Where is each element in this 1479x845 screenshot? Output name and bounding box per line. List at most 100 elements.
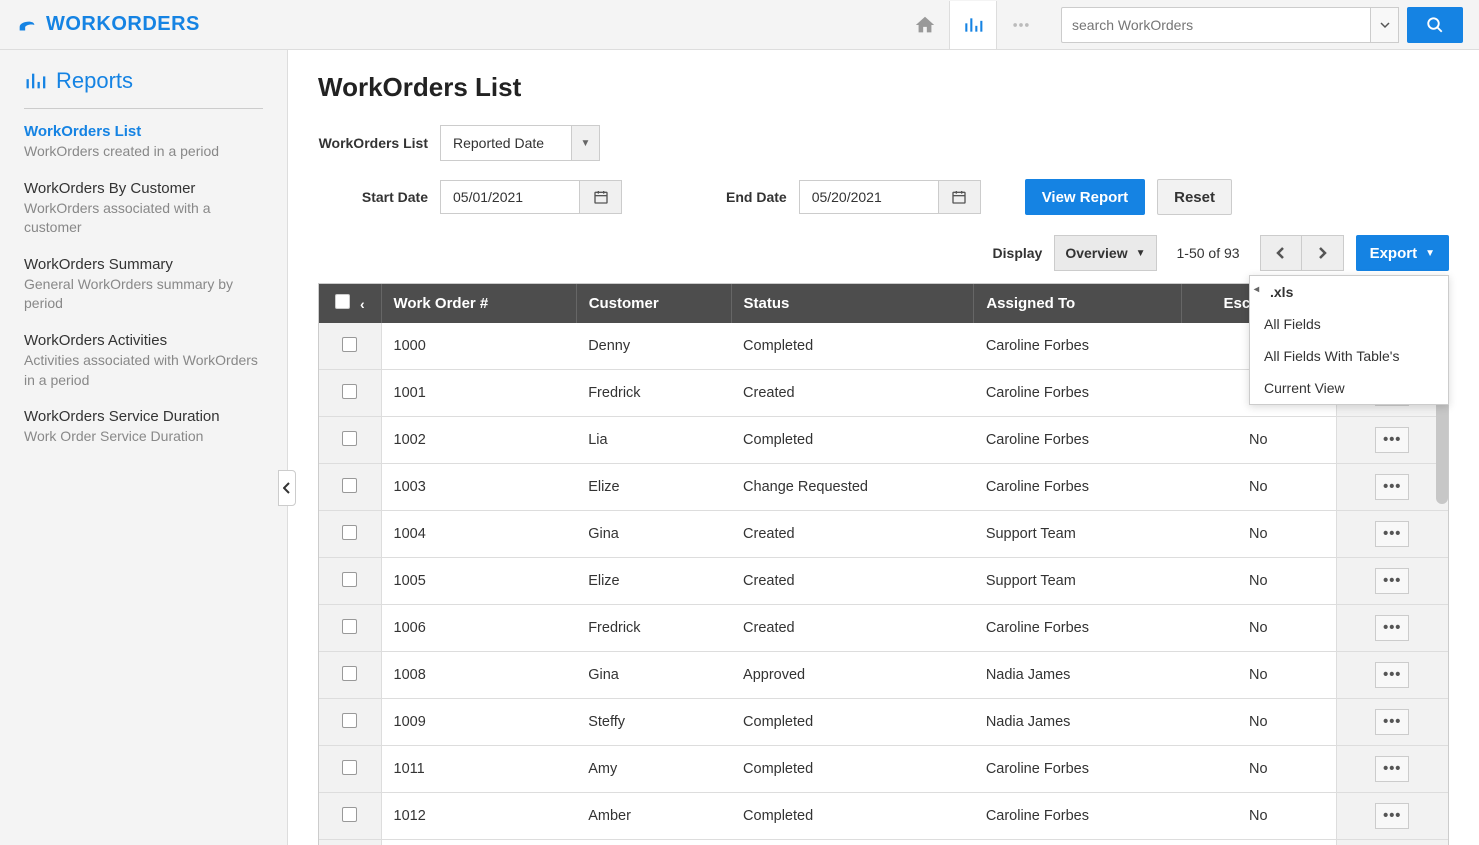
cell-status: Created — [731, 511, 974, 558]
row-actions-button[interactable]: ••• — [1375, 427, 1409, 453]
search-wrap — [1061, 7, 1463, 43]
cell-escalated: Yes — [1181, 840, 1336, 845]
export-label: Export — [1370, 245, 1418, 262]
cell-assigned: Support Team — [974, 558, 1181, 605]
row-checkbox[interactable] — [342, 431, 357, 446]
row-actions-button[interactable]: ••• — [1375, 756, 1409, 782]
sidebar: Reports WorkOrders ListWorkOrders create… — [0, 50, 288, 845]
start-date-label: Start Date — [318, 189, 428, 205]
export-button[interactable]: Export ▼ — [1356, 235, 1449, 271]
export-menu-item[interactable]: Current View — [1250, 372, 1448, 404]
export-menu-item[interactable]: All Fields — [1250, 308, 1448, 340]
table-row: 1004GinaCreatedSupport TeamNo••• — [319, 511, 1448, 558]
sidebar-item-title: WorkOrders Summary — [24, 256, 263, 273]
export-format-label: .xls — [1264, 284, 1293, 300]
collapse-column-icon[interactable]: ‹ — [360, 296, 365, 312]
sidebar-item-title: WorkOrders Activities — [24, 332, 263, 349]
cell-customer: Gina — [576, 652, 731, 699]
cell-customer: Elize — [576, 558, 731, 605]
start-date-input[interactable] — [440, 180, 580, 214]
row-actions-button[interactable]: ••• — [1375, 662, 1409, 688]
table-row: 1011AmyCompletedCaroline ForbesNo••• — [319, 746, 1448, 793]
cell-workorder: 1005 — [381, 558, 576, 605]
row-checkbox[interactable] — [342, 713, 357, 728]
cell-customer: Lia — [576, 417, 731, 464]
table-row: 1003ElizeChange RequestedCaroline Forbes… — [319, 464, 1448, 511]
select-all-checkbox[interactable] — [335, 294, 350, 309]
row-checkbox[interactable] — [342, 807, 357, 822]
filter-row-1: WorkOrders List Reported Date ▼ — [318, 125, 1449, 161]
search-button[interactable] — [1407, 7, 1463, 43]
view-report-button[interactable]: View Report — [1025, 179, 1145, 215]
row-actions-button[interactable]: ••• — [1375, 615, 1409, 641]
row-checkbox[interactable] — [342, 666, 357, 681]
cell-escalated: No — [1181, 652, 1336, 699]
sidebar-item[interactable]: WorkOrders By CustomerWorkOrders associa… — [24, 180, 263, 238]
pager-prev-button[interactable] — [1260, 235, 1302, 271]
list-filter-label: WorkOrders List — [318, 135, 428, 151]
ellipsis-icon — [1011, 15, 1031, 35]
brand-logo[interactable]: WORKORDERS — [16, 13, 200, 36]
cell-assigned: Nadia James — [974, 652, 1181, 699]
display-select[interactable]: Overview ▼ — [1054, 235, 1156, 271]
select-all-header: ‹ — [319, 284, 381, 323]
list-type-select[interactable]: Reported Date ▼ — [440, 125, 600, 161]
row-checkbox[interactable] — [342, 572, 357, 587]
chevron-left-icon — [1276, 246, 1286, 260]
row-checkbox[interactable] — [342, 384, 357, 399]
sidebar-item-desc: WorkOrders associated with a customer — [24, 199, 263, 238]
row-actions-button[interactable]: ••• — [1375, 803, 1409, 829]
cell-escalated: No — [1181, 605, 1336, 652]
search-dropdown[interactable] — [1371, 7, 1399, 43]
home-button[interactable] — [901, 1, 949, 49]
cell-status: Completed — [731, 793, 974, 840]
cell-assigned: Caroline Forbes — [974, 370, 1181, 417]
row-checkbox[interactable] — [342, 478, 357, 493]
cell-escalated: No — [1181, 464, 1336, 511]
col-workorder[interactable]: Work Order # — [381, 284, 576, 323]
col-status[interactable]: Status — [731, 284, 974, 323]
row-actions-button[interactable]: ••• — [1375, 568, 1409, 594]
cell-workorder: 1001 — [381, 370, 576, 417]
cell-status: Completed — [731, 746, 974, 793]
reset-button[interactable]: Reset — [1157, 179, 1232, 215]
sidebar-item[interactable]: WorkOrders ListWorkOrders created in a p… — [24, 123, 263, 162]
table-row: 1002LiaCompletedCaroline ForbesNo••• — [319, 417, 1448, 464]
end-date-picker-button[interactable] — [939, 180, 981, 214]
cell-status: Completed — [731, 417, 974, 464]
cell-workorder: 1008 — [381, 652, 576, 699]
end-date-input[interactable] — [799, 180, 939, 214]
sidebar-item[interactable]: WorkOrders Service DurationWork Order Se… — [24, 408, 263, 447]
col-assigned[interactable]: Assigned To — [974, 284, 1181, 323]
row-actions-button[interactable]: ••• — [1375, 474, 1409, 500]
cell-escalated: No — [1181, 746, 1336, 793]
row-checkbox[interactable] — [342, 619, 357, 634]
export-menu-item[interactable]: All Fields With Table's — [1250, 340, 1448, 372]
cell-workorder: 1002 — [381, 417, 576, 464]
row-checkbox[interactable] — [342, 337, 357, 352]
cell-assigned: Caroline Forbes — [974, 464, 1181, 511]
calendar-icon — [951, 189, 967, 205]
chevron-right-icon — [1317, 246, 1327, 260]
list-type-value: Reported Date — [441, 126, 571, 160]
cell-escalated: No — [1181, 417, 1336, 464]
filter-row-2: Start Date End Date View Rep — [318, 179, 1449, 215]
col-customer[interactable]: Customer — [576, 284, 731, 323]
search-input[interactable] — [1061, 7, 1371, 43]
sidebar-item[interactable]: WorkOrders Summary General WorkOrders sum… — [24, 256, 263, 314]
row-checkbox[interactable] — [342, 760, 357, 775]
sidebar-item-title: WorkOrders Service Duration — [24, 408, 263, 425]
start-date-picker-button[interactable] — [580, 180, 622, 214]
row-checkbox[interactable] — [342, 525, 357, 540]
sidebar-item[interactable]: WorkOrders ActivitiesActivities associat… — [24, 332, 263, 390]
row-actions-button[interactable]: ••• — [1375, 521, 1409, 547]
sidebar-item-desc: General WorkOrders summary by period — [24, 275, 263, 314]
cell-status: Created — [731, 840, 974, 845]
more-button[interactable] — [997, 1, 1045, 49]
sidebar-title: Reports — [24, 68, 263, 109]
reports-button[interactable] — [949, 1, 997, 49]
cell-assigned: Nadia James — [974, 699, 1181, 746]
export-format-header[interactable]: .xls — [1250, 276, 1448, 308]
pager-next-button[interactable] — [1302, 235, 1344, 271]
row-actions-button[interactable]: ••• — [1375, 709, 1409, 735]
